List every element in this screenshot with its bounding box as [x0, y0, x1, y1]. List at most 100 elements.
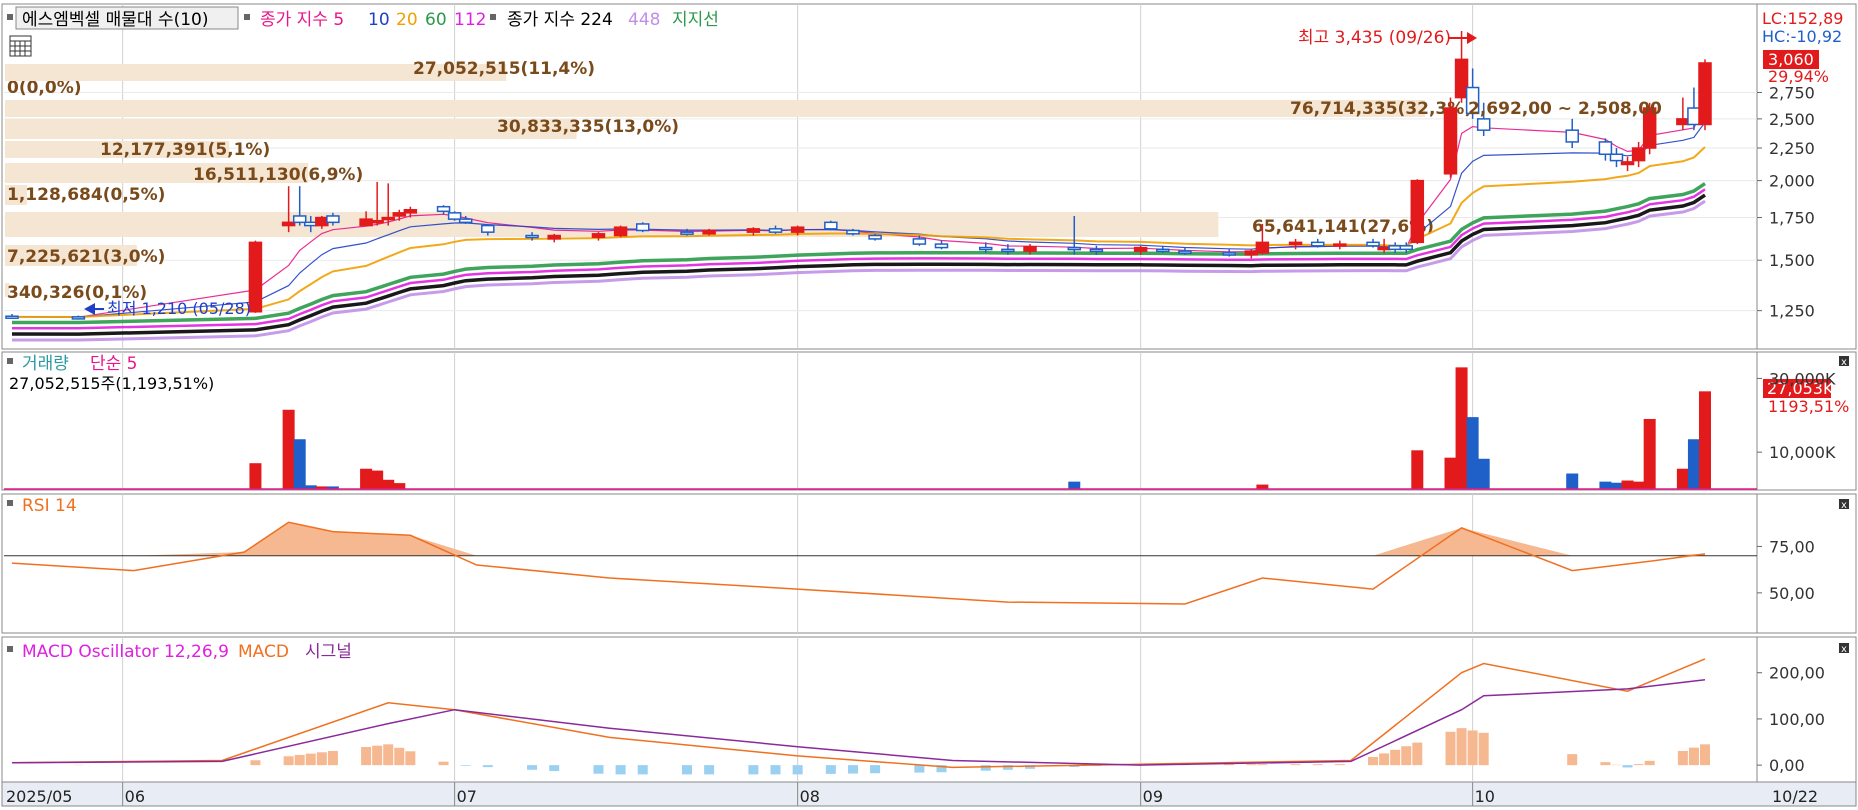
volume-bar — [371, 470, 384, 489]
candle-body — [1410, 179, 1425, 244]
hc-label: HC:-10,92 — [1762, 27, 1842, 46]
macd-osc-bar — [1622, 765, 1633, 768]
x-tick-label: 10/22 — [1772, 787, 1818, 806]
macd-osc-bar — [748, 765, 759, 775]
y-tick-label: 1,250 — [1769, 302, 1815, 321]
candle-body — [1609, 153, 1624, 162]
candle-body — [1687, 107, 1701, 126]
candle-body — [1620, 161, 1635, 166]
panel-frame — [1, 351, 1857, 491]
volume-title: 거래량 — [22, 354, 69, 374]
candle-body — [281, 221, 296, 227]
macd-osc-bar — [294, 754, 305, 766]
candle-body — [635, 223, 650, 232]
macd-osc-bar — [980, 765, 991, 771]
macd-osc-bar — [361, 746, 372, 766]
macd-osc-bar — [792, 765, 803, 775]
ma-period-60: 60 — [425, 10, 447, 30]
candle-body — [359, 218, 373, 227]
macd-osc-bar — [1368, 757, 1379, 766]
macd-osc-bar — [1467, 730, 1478, 766]
range-label: 2,692,00 ~ 2,508,00 — [1468, 99, 1662, 119]
legend-bullet — [7, 14, 13, 20]
signal-label: 시그널 — [305, 642, 352, 662]
candle-body — [868, 234, 882, 240]
macd-osc-bar — [1290, 764, 1301, 766]
svg-text:x: x — [1841, 357, 1847, 368]
candle-body — [702, 229, 716, 235]
candle-body — [1156, 248, 1170, 253]
macd-osc-bar — [316, 752, 327, 766]
macd-osc-bar — [1379, 753, 1390, 766]
candle-body — [613, 226, 628, 237]
profile-label: 65,641,141(27,6%) — [1252, 217, 1434, 237]
volume-bar — [1444, 457, 1457, 489]
profile-bar — [5, 212, 1219, 237]
volume-bar — [1610, 482, 1623, 489]
y-tick-label: 30,000K — [1769, 369, 1836, 388]
y-tick-label: 0,00 — [1769, 756, 1805, 775]
macd-osc-bar — [1401, 746, 1412, 766]
candle-body — [1333, 243, 1347, 247]
volume-bar — [360, 468, 373, 489]
high-marker: 최고 3,435 (09/26) — [1298, 28, 1451, 48]
candle-body — [381, 216, 395, 221]
candle-body — [547, 234, 561, 240]
candle-body — [1244, 250, 1259, 256]
candle-body — [1366, 241, 1380, 247]
macd-osc-bar — [327, 750, 338, 766]
volume-bar — [1068, 481, 1081, 489]
candle-body — [1255, 241, 1270, 254]
volume-bar — [1632, 481, 1645, 489]
macd-osc-bar — [770, 765, 781, 775]
chart-svg: 0(0,0%)27,052,515(11,4%)76,714,335(32,3%… — [1, 3, 1857, 807]
macd-osc-bar — [482, 765, 493, 768]
macd-osc-bar — [1412, 742, 1423, 766]
macd-osc-bar — [1633, 764, 1644, 766]
candle-body — [1388, 245, 1402, 251]
candle-body — [1698, 62, 1712, 126]
candle-body — [292, 215, 307, 224]
candle-body — [979, 246, 993, 251]
candle-body — [447, 212, 462, 220]
ma3-period: 448 — [628, 10, 660, 30]
macd-osc-bar — [681, 765, 692, 775]
macd-osc-bar — [1677, 750, 1688, 766]
ma-label: 종가 지수 5 — [260, 10, 344, 30]
macd-osc-bar — [847, 765, 858, 774]
macd-osc-bar — [1445, 731, 1456, 766]
panel-frame — [1, 493, 1857, 634]
macd-label: MACD — [238, 642, 289, 662]
volume-bar — [1477, 458, 1490, 489]
candle-body — [680, 231, 694, 235]
macd-osc-bar — [1478, 732, 1489, 766]
candle-body — [1288, 241, 1303, 246]
macd-osc-bar — [1688, 747, 1699, 766]
svg-text:x: x — [1841, 500, 1847, 511]
macd-osc-bar — [704, 765, 715, 775]
calendar-icon[interactable] — [9, 35, 32, 57]
macd-osc-bar — [549, 765, 560, 772]
macd-osc-bar — [438, 761, 449, 766]
y-tick-label: 2,750 — [1769, 84, 1815, 103]
lc-label: LC:152,89 — [1762, 9, 1843, 28]
volume-bar — [1643, 418, 1656, 489]
candle-body — [1631, 147, 1646, 162]
macd-osc-bar — [637, 765, 648, 775]
macd-osc-bar — [283, 756, 294, 766]
candle-body — [790, 226, 805, 233]
volume-bar — [382, 479, 395, 489]
candle-body — [846, 229, 860, 235]
macd-osc-bar — [305, 753, 316, 766]
legend-bullet — [7, 646, 13, 652]
candle-body — [1377, 246, 1391, 251]
x-tick-label: 07 — [457, 787, 477, 806]
macd-osc-bar — [372, 745, 383, 766]
macd-osc-bar — [383, 744, 394, 766]
macd-osc-bar — [405, 751, 416, 766]
x-tick-label: 09 — [1143, 787, 1163, 806]
candle-body — [768, 228, 783, 233]
macd-osc-bar — [527, 765, 538, 770]
macd-osc-bar — [593, 765, 604, 774]
volume-bar — [1699, 391, 1711, 489]
